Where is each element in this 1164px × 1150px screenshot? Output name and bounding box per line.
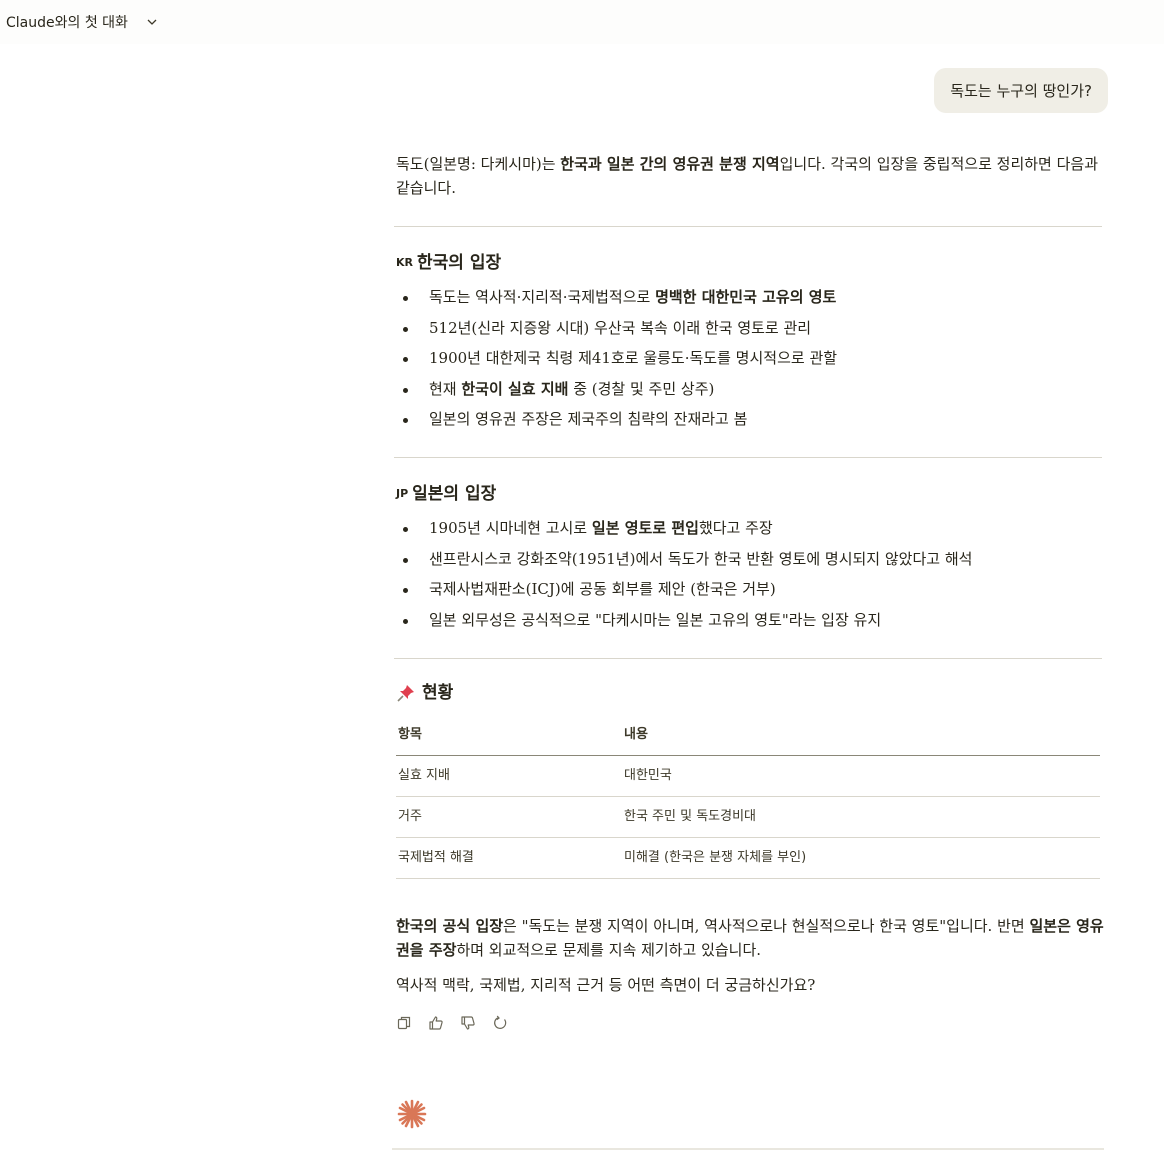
pushpin-icon: [396, 683, 416, 703]
thumbs-down-icon[interactable]: [460, 1015, 476, 1031]
bold-text: 한국과 일본 간의 영유권 분쟁 지역: [560, 155, 780, 173]
table-cell: 미해결 (한국은 분쟁 자체를 부인): [622, 837, 1100, 879]
text-run: 일본 외무성은 공식적으로 "다케시마는 일본 고유의 영토"라는 입장 유지: [429, 610, 882, 629]
text-run: 독도는 역사적·지리적·국제법적으로: [429, 288, 656, 306]
user-message: 독도는 누구의 땅인가?: [934, 68, 1108, 113]
divider: [394, 226, 1102, 227]
claude-logo-icon: [396, 1098, 428, 1130]
table-cell: 국제법적 해결: [396, 837, 622, 879]
text-run: 샌프란시스코 강화조약(1951년)에서 독도가 한국 반환 영토에 명시되지 …: [429, 549, 973, 568]
conversation-title[interactable]: Claude와의 첫 대화: [6, 12, 128, 32]
text-run: 1900년 대한제국 칙령 제41호로 울릉도·독도를 명시적으로 관할: [429, 349, 838, 367]
thumbs-up-icon[interactable]: [428, 1015, 444, 1031]
list-item: 일본 외무성은 공식적으로 "다케시마는 일본 고유의 영토"라는 입장 유지: [396, 608, 1106, 632]
table-cell: 실효 지배: [396, 755, 622, 797]
response-closing: 역사적 맥락, 국제법, 지리적 근거 등 어떤 측면이 더 궁금하신가요?: [396, 976, 816, 994]
divider: [394, 657, 1102, 659]
list-item: 1905년 시마네현 고시로 일본 영토로 편입했다고 주장: [396, 516, 1106, 540]
korea-heading-text: 한국의 입장: [417, 253, 502, 273]
column-header: 항목: [396, 714, 622, 756]
status-heading-text: 현황: [422, 682, 454, 703]
response-intro: 독도(일본명: 다케시마)는 한국과 일본 간의 영유권 분쟁 지역입니다. 각…: [396, 152, 1106, 200]
text-run: 독도(일본명: 다케시마)는: [396, 155, 561, 173]
table-cell: 거주: [396, 796, 622, 838]
japan-heading-text: 일본의 입장: [412, 484, 497, 504]
table-row: 거주 한국 주민 및 독도경비대: [396, 796, 1100, 838]
text-run: 512년(신라 지증왕 시대) 우산국 복속 이래 한국 영토로 관리: [429, 318, 812, 337]
status-table: 항목 내용 실효 지배 대한민국 거주 한국 주민 및 독도경비대 국제법적 해…: [396, 714, 1100, 879]
table-header-row: 항목 내용: [396, 714, 1100, 756]
kr-flag: KR: [396, 256, 413, 269]
japan-heading: JP 일본의 입장: [396, 482, 1106, 506]
table-row: 국제법적 해결 미해결 (한국은 분쟁 자체를 부인): [396, 837, 1100, 879]
status-heading: 현황: [396, 681, 1106, 705]
text-run: 했다고 주장: [698, 519, 773, 537]
retry-icon[interactable]: [492, 1015, 508, 1031]
text-run: 1905년 시마네현 고시로: [429, 519, 592, 537]
bold-text: 한국이 실효 지배: [461, 379, 569, 398]
text-run: 국제사법재판소(ICJ)에 공동 회부를 제안 (한국은 거부): [429, 580, 776, 598]
jp-flag: JP: [396, 487, 409, 500]
text-run: 하며 외교적으로 문제를 지속 제기하고 있습니다.: [456, 941, 762, 959]
list-item: 일본의 영유권 주장은 제국주의 침략의 잔재라고 봄: [396, 407, 1106, 431]
text-run: 중 (경찰 및 주민 상주): [568, 379, 715, 398]
korea-list: 독도는 역사적·지리적·국제법적으로 명백한 대한민국 고유의 영토 512년(신…: [396, 285, 1106, 431]
korea-heading: KR 한국의 입장: [396, 251, 1106, 275]
table-cell: 대한민국: [622, 755, 1100, 797]
list-item: 샌프란시스코 강화조약(1951년)에서 독도가 한국 반환 영토에 명시되지 …: [396, 547, 1106, 571]
list-item: 국제사법재판소(ICJ)에 공동 회부를 제안 (한국은 거부): [396, 577, 1106, 601]
list-item: 512년(신라 지증왕 시대) 우산국 복속 이래 한국 영토로 관리: [396, 316, 1106, 340]
message-actions: [396, 1015, 1106, 1031]
list-item: 독도는 역사적·지리적·국제법적으로 명백한 대한민국 고유의 영토: [396, 285, 1106, 309]
text-run: 현재: [429, 379, 462, 398]
assistant-response: 독도(일본명: 다케시마)는 한국과 일본 간의 영유권 분쟁 지역입니다. 각…: [394, 152, 1106, 1031]
table-cell: 한국 주민 및 독도경비대: [622, 796, 1100, 838]
bold-text: 한국의 공식 입장: [396, 917, 504, 935]
top-bar: Claude와의 첫 대화: [0, 0, 1164, 44]
text-run: 은 "독도는 분쟁 지역이 아니며, 역사적으로나 현실적으로나 한국 영토"입…: [503, 917, 1030, 935]
japan-list: 1905년 시마네현 고시로 일본 영토로 편입했다고 주장샌프란시스코 강화조…: [396, 516, 1106, 632]
list-item: 1900년 대한제국 칙령 제41호로 울릉도·독도를 명시적으로 관할: [396, 346, 1106, 370]
list-item: 현재 한국이 실효 지배 중 (경찰 및 주민 상주): [396, 377, 1106, 401]
divider: [394, 457, 1102, 458]
bold-text: 일본 영토로 편입: [591, 519, 699, 537]
table-row: 실효 지배 대한민국: [396, 755, 1100, 797]
chevron-down-icon[interactable]: [146, 16, 158, 28]
bold-text: 명백한 대한민국 고유의 영토: [655, 288, 837, 306]
text-run: 일본의 영유권 주장은 제국주의 침략의 잔재라고 봄: [429, 410, 748, 428]
column-header: 내용: [622, 714, 1100, 756]
response-summary: 한국의 공식 입장은 "독도는 분쟁 지역이 아니며, 역사적으로나 현실적으로…: [396, 914, 1106, 962]
copy-icon[interactable]: [396, 1015, 412, 1031]
